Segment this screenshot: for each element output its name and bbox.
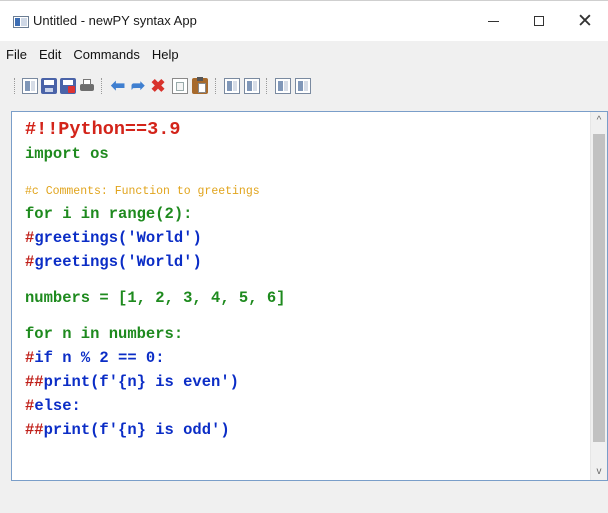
document-icon[interactable] [275,78,291,94]
code-line: for i in range(2): [25,202,583,226]
title-bar[interactable]: Untitled - newPY syntax App ✕ [0,1,608,41]
code-line: #c Comments: Function to greetings [25,178,583,202]
code-token: # [25,253,35,271]
document-icon[interactable] [295,78,311,94]
code-token: greetings('World') [34,253,202,271]
code-token: ## [25,373,44,391]
menu-bar: File Edit Commands Help [0,45,608,65]
toolbar-separator [101,78,103,94]
paste-icon[interactable] [192,77,208,94]
code-token: numbers = [1, 2, 3, 4, 5, 6] [25,289,286,307]
code-token: for n in numbers: [25,325,184,343]
code-token: #!!Python==3.9 [25,119,181,140]
maximize-icon [534,16,544,26]
code-token: ## [25,421,44,439]
code-token: # [25,397,35,415]
code-token: for i in range(2): [25,205,193,223]
code-token: import os [25,145,109,163]
maximize-button[interactable] [516,1,562,41]
code-line: #greetings('World') [25,250,583,274]
minimize-button[interactable] [470,1,516,41]
code-token: print(f'{n} is odd') [43,421,230,439]
print-icon[interactable] [79,78,95,94]
toolbar-separator [266,78,268,94]
toolbar-grip[interactable] [14,78,16,94]
code-line: numbers = [1, 2, 3, 4, 5, 6] [25,286,583,310]
code-text-area[interactable]: #!!Python==3.9 import os #c Comments: Func… [25,118,583,442]
code-line: #!!Python==3.9 [25,118,583,142]
code-line: import os [25,142,583,166]
copy-icon[interactable] [172,78,188,94]
save-icon[interactable] [41,78,57,94]
code-line: ##print(f'{n} is odd') [25,418,583,442]
minimize-icon [487,20,499,22]
code-token: if n % 2 == 0: [34,349,165,367]
scroll-down-icon[interactable]: v [591,463,607,480]
code-line: for n in numbers: [25,322,583,346]
code-line: ##print(f'{n} is even') [25,370,583,394]
code-editor[interactable]: #!!Python==3.9 import os #c Comments: Func… [11,111,608,481]
code-token: #c Comments: Function to greetings [25,185,260,198]
app-window-icon [13,16,29,28]
menu-commands[interactable]: Commands [67,45,145,65]
document-icon[interactable] [244,78,260,94]
menu-file[interactable]: File [0,45,33,65]
scrollbar-thumb[interactable] [593,134,605,442]
toolbar-separator [215,78,217,94]
code-token: else: [34,397,81,415]
code-line: #else: [25,394,583,418]
code-line: #greetings('World') [25,226,583,250]
menu-edit[interactable]: Edit [33,45,67,65]
cut-icon[interactable]: ✖ [150,77,166,95]
window-title: Untitled - newPY syntax App [33,13,197,28]
menu-help[interactable]: Help [146,45,185,65]
code-line: #if n % 2 == 0: [25,346,583,370]
vertical-scrollbar[interactable]: ^ v [590,112,607,480]
code-token: greetings('World') [34,229,202,247]
close-icon: ✕ [577,10,593,32]
redo-icon[interactable]: ➦ [130,77,146,94]
document-icon[interactable] [224,78,240,94]
code-token: # [25,349,35,367]
undo-icon[interactable]: ⬅ [110,77,126,94]
toolbar: ⬅ ➦ ✖ [0,75,608,101]
app-window: Untitled - newPY syntax App ✕ File Edit … [0,0,608,513]
code-token: print(f'{n} is even') [43,373,239,391]
close-button[interactable]: ✕ [562,1,608,41]
code-token: # [25,229,35,247]
new-file-icon[interactable] [22,78,38,94]
save-as-icon[interactable] [60,78,76,94]
scroll-up-icon[interactable]: ^ [591,112,607,129]
